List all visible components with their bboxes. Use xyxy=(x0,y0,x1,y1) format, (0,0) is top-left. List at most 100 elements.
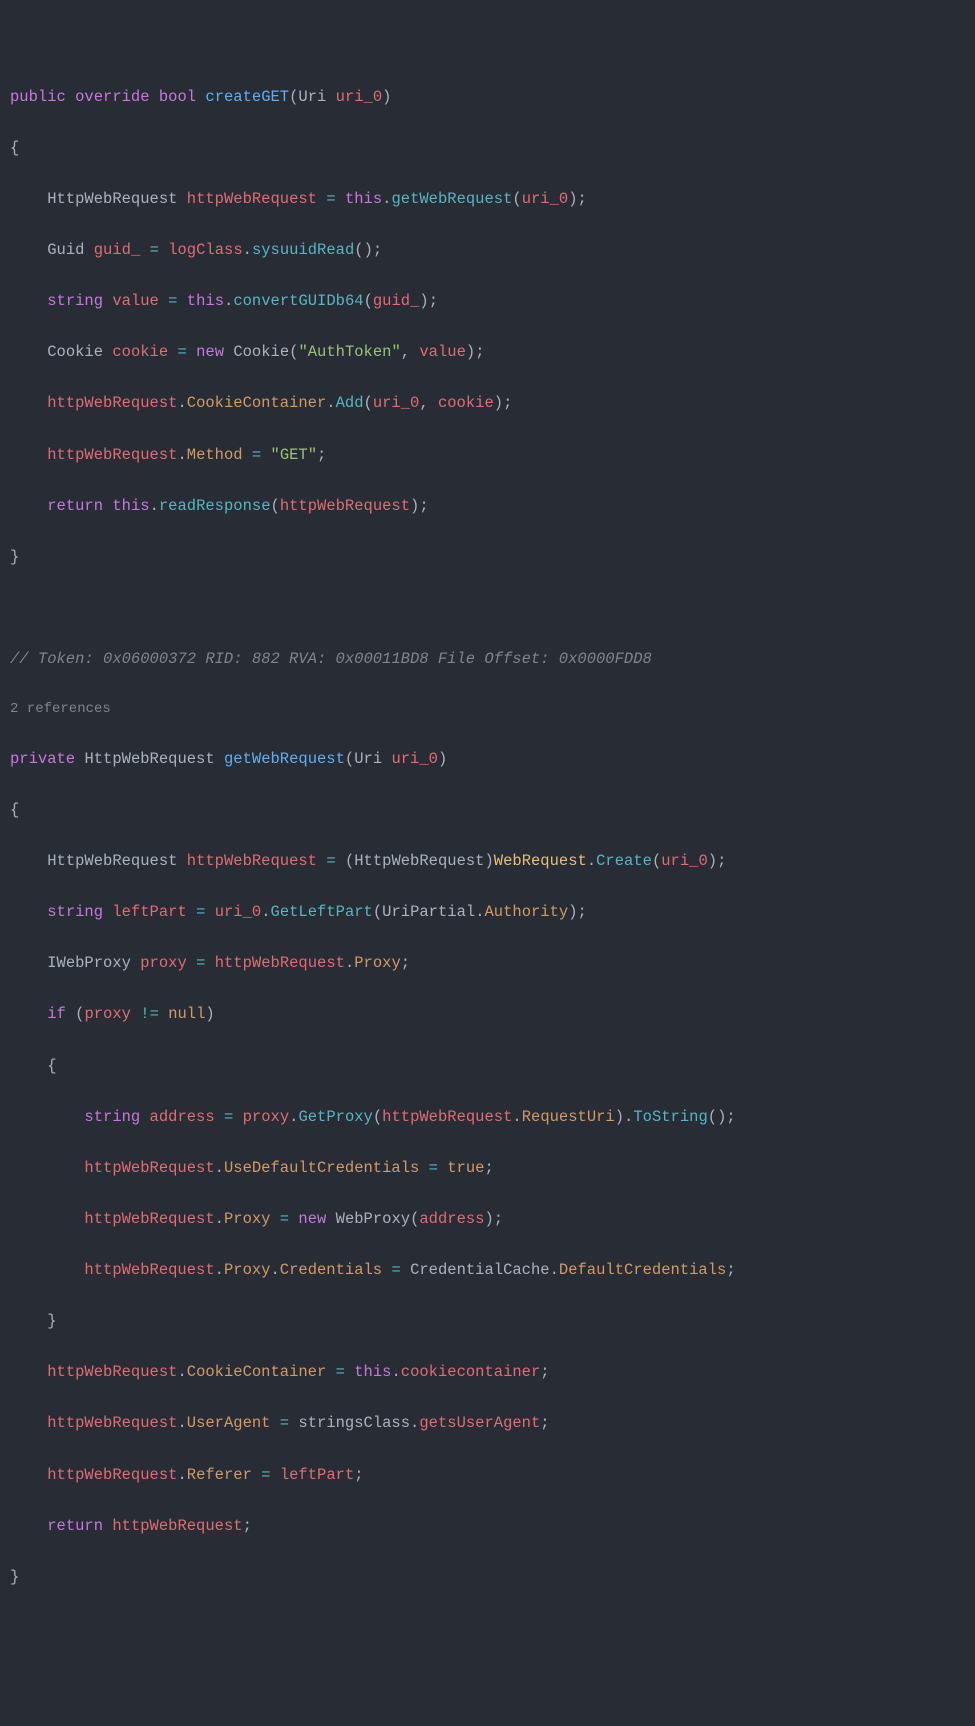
paren: ); xyxy=(708,852,727,870)
code-line: return httpWebRequest; xyxy=(10,1514,965,1540)
dot: . xyxy=(177,1414,186,1432)
reference-count[interactable]: 2 references xyxy=(10,698,965,721)
paren: ( xyxy=(512,190,521,208)
code-line: if (proxy != null) xyxy=(10,1002,965,1028)
code-line: httpWebRequest.Method = "GET"; xyxy=(10,443,965,469)
paren: ( xyxy=(345,852,354,870)
code-line: { xyxy=(10,136,965,162)
cast-type: HttpWebRequest xyxy=(354,852,484,870)
dot: . xyxy=(224,292,233,310)
arg: httpWebRequest xyxy=(280,497,410,515)
variable: httpWebRequest xyxy=(84,1159,214,1177)
class-ref: WebProxy xyxy=(336,1210,410,1228)
semi: ; xyxy=(540,1414,549,1432)
dot: . xyxy=(177,1363,186,1381)
paren: ); xyxy=(410,497,429,515)
class-ref: stringsClass xyxy=(298,1414,410,1432)
param-type: Uri xyxy=(354,750,382,768)
code-line: } xyxy=(10,1309,965,1335)
this-keyword: this xyxy=(187,292,224,310)
method-call: GetProxy xyxy=(298,1108,372,1126)
code-line: return this.readResponse(httpWebRequest)… xyxy=(10,494,965,520)
if-keyword: if xyxy=(47,1005,66,1023)
arg: guid_ xyxy=(373,292,420,310)
variable: httpWebRequest xyxy=(47,394,177,412)
property: CookieContainer xyxy=(187,394,327,412)
string-literal: "GET" xyxy=(271,446,318,464)
keyword-override: override xyxy=(75,88,149,106)
this-keyword: this xyxy=(112,497,149,515)
paren: ( xyxy=(271,497,280,515)
variable: address xyxy=(150,1108,215,1126)
paren: ); xyxy=(485,1210,504,1228)
paren: ) xyxy=(438,750,447,768)
method-call: GetLeftPart xyxy=(271,903,373,921)
blank-line xyxy=(10,596,965,622)
class-ref: Cookie xyxy=(233,343,289,361)
enum-val: Authority xyxy=(485,903,569,921)
dot: . xyxy=(177,446,186,464)
return-keyword: return xyxy=(47,497,103,515)
code-line: httpWebRequest.Proxy.Credentials = Crede… xyxy=(10,1258,965,1284)
variable: uri_0 xyxy=(215,903,262,921)
type-ref: HttpWebRequest xyxy=(47,190,177,208)
dot: . xyxy=(177,394,186,412)
paren: (); xyxy=(708,1108,736,1126)
assign-op: = xyxy=(196,954,205,972)
dot: . xyxy=(550,1261,559,1279)
brace-open: { xyxy=(10,801,19,819)
dot: . xyxy=(289,1108,298,1126)
brace-close: } xyxy=(47,1312,56,1330)
new-keyword: new xyxy=(298,1210,326,1228)
dot: . xyxy=(215,1261,224,1279)
assign-op: = xyxy=(196,903,205,921)
field: cookiecontainer xyxy=(401,1363,541,1381)
code-line: } xyxy=(10,545,965,571)
variable: guid_ xyxy=(94,241,141,259)
property: Proxy xyxy=(224,1210,271,1228)
method-name: createGET xyxy=(205,88,289,106)
dot: . xyxy=(150,497,159,515)
method-call: sysuuidRead xyxy=(252,241,354,259)
code-line: string value = this.convertGUIDb64(guid_… xyxy=(10,289,965,315)
dot: . xyxy=(215,1210,224,1228)
arg: cookie xyxy=(438,394,494,412)
dot: . xyxy=(345,954,354,972)
assign-op: = xyxy=(326,852,335,870)
code-line: public override bool createGET(Uri uri_0… xyxy=(10,85,965,111)
property: Proxy xyxy=(224,1261,271,1279)
arg: uri_0 xyxy=(661,852,708,870)
type-ref: Guid xyxy=(47,241,84,259)
enum-type: UriPartial xyxy=(382,903,475,921)
dot: . xyxy=(391,1363,400,1381)
property: Method xyxy=(187,446,243,464)
paren: ); xyxy=(568,903,587,921)
paren: ( xyxy=(364,292,373,310)
param-type: Uri xyxy=(298,88,326,106)
variable: httpWebRequest xyxy=(47,1363,177,1381)
class-ref: CredentialCache xyxy=(410,1261,550,1279)
code-line: HttpWebRequest httpWebRequest = (HttpWeb… xyxy=(10,849,965,875)
method-call: ToString xyxy=(633,1108,707,1126)
assign-op: = xyxy=(326,190,335,208)
code-line: Guid guid_ = logClass.sysuuidRead(); xyxy=(10,238,965,264)
arg: uri_0 xyxy=(522,190,569,208)
semi: ; xyxy=(317,446,326,464)
dot: . xyxy=(587,852,596,870)
code-line: HttpWebRequest httpWebRequest = this.get… xyxy=(10,187,965,213)
arg: uri_0 xyxy=(373,394,420,412)
method-call: readResponse xyxy=(159,497,271,515)
variable: httpWebRequest xyxy=(112,1517,242,1535)
brace-close: } xyxy=(10,548,19,566)
variable: httpWebRequest xyxy=(84,1261,214,1279)
neq-op: != xyxy=(140,1005,159,1023)
param-name: uri_0 xyxy=(336,88,383,106)
variable: proxy xyxy=(84,1005,131,1023)
code-line: string leftPart = uri_0.GetLeftPart(UriP… xyxy=(10,900,965,926)
variable: httpWebRequest xyxy=(47,446,177,464)
code-line: httpWebRequest.CookieContainer = this.co… xyxy=(10,1360,965,1386)
paren: ( xyxy=(652,852,661,870)
assign-op: = xyxy=(224,1108,233,1126)
semi: ; xyxy=(726,1261,735,1279)
dot: . xyxy=(243,241,252,259)
